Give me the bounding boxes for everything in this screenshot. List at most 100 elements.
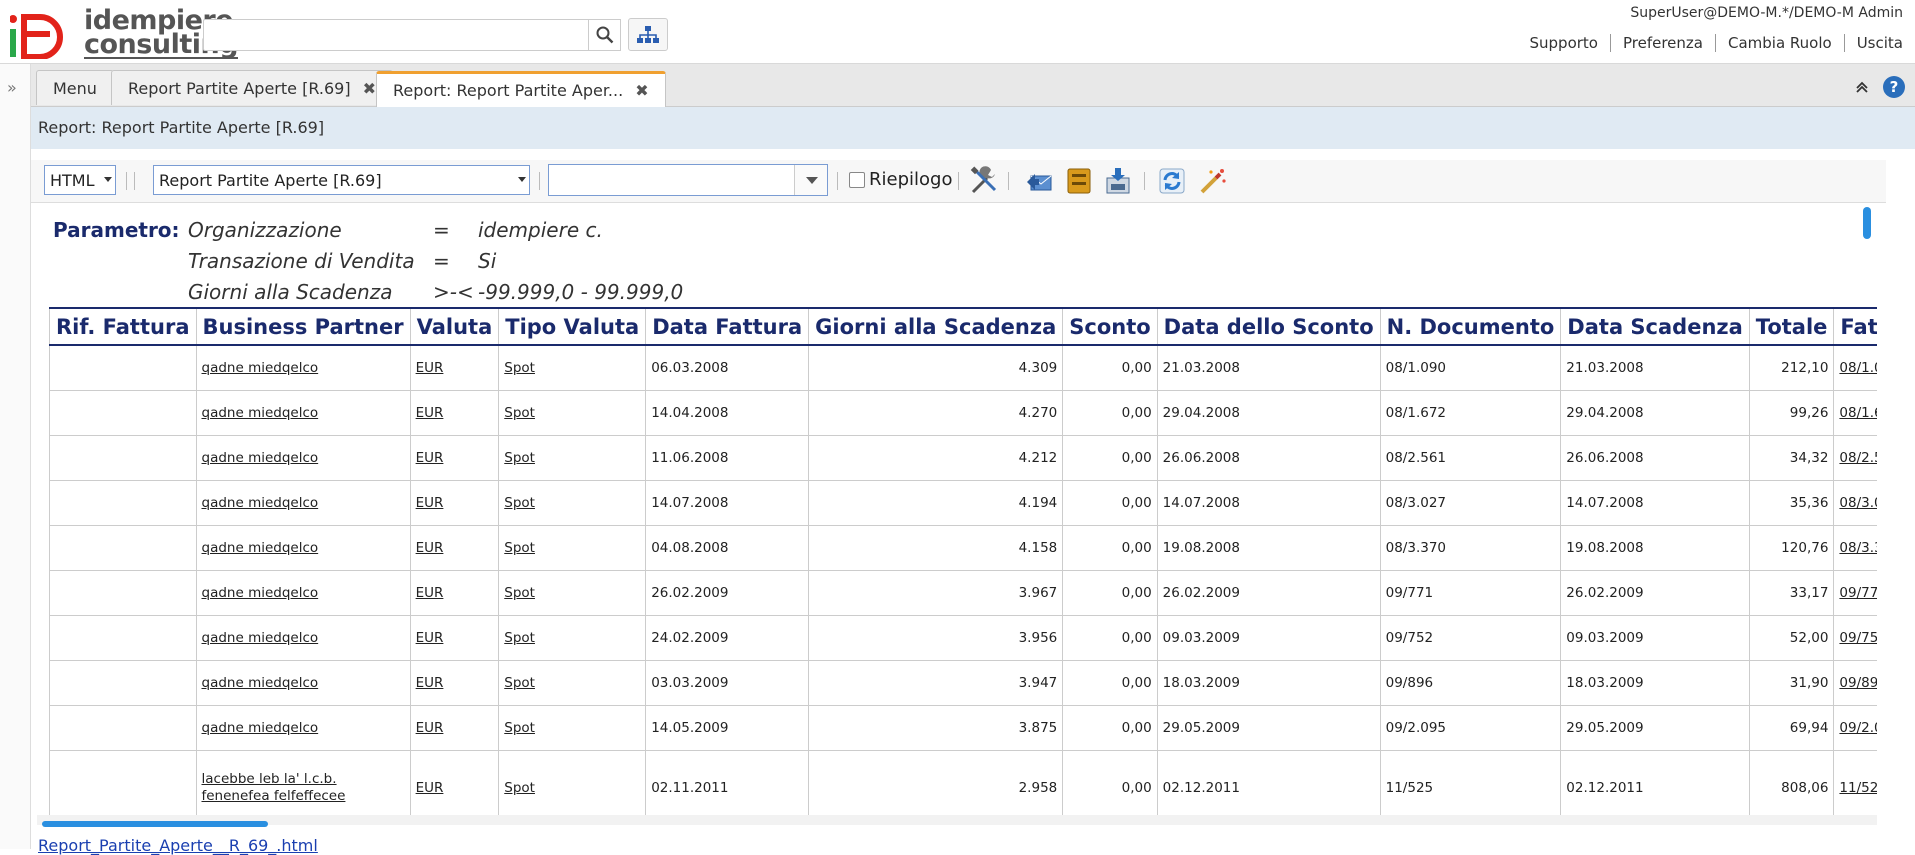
tipo-valuta-link[interactable]: Spot bbox=[504, 630, 535, 646]
column-header[interactable]: Fattura bbox=[1834, 308, 1877, 345]
valuta-link[interactable]: EUR bbox=[416, 405, 444, 421]
business-partner-link[interactable]: qadne miedqelco bbox=[202, 540, 319, 556]
business-partner-link[interactable]: qadne miedqelco bbox=[202, 585, 319, 601]
valuta-link[interactable]: EUR bbox=[416, 720, 444, 736]
fattura-link[interactable]: 08/1.672_1 bbox=[1839, 405, 1877, 421]
riepilogo-checkbox[interactable]: Riepilogo bbox=[849, 169, 952, 190]
report-file-link[interactable]: Report_Partite_Aperte__R_69_.html bbox=[38, 836, 318, 855]
checkbox-box[interactable] bbox=[849, 172, 865, 188]
tipo-valuta-link[interactable]: Spot bbox=[504, 585, 535, 601]
fattura-link[interactable]: 09/771_26 bbox=[1839, 585, 1877, 601]
valuta-link[interactable]: EUR bbox=[416, 780, 444, 796]
column-header[interactable]: Sconto bbox=[1063, 308, 1157, 345]
column-header[interactable]: Giorni alla Scadenza bbox=[809, 308, 1063, 345]
search-button[interactable] bbox=[588, 19, 621, 51]
collapse-up-icon[interactable] bbox=[1855, 81, 1869, 93]
close-tab-icon[interactable]: ✖ bbox=[635, 81, 648, 100]
tab-report-viewer[interactable]: Report: Report Partite Aper... ✖ bbox=[376, 71, 666, 107]
link-preferenza[interactable]: Preferenza bbox=[1610, 34, 1715, 52]
business-partner-link[interactable]: lacebbe leb la' l.c.b. fenenefea felfeff… bbox=[202, 771, 346, 804]
cell-giorni-scadenza: 3.967 bbox=[809, 571, 1063, 616]
refresh-icon[interactable] bbox=[1157, 166, 1187, 196]
tab-menu[interactable]: Menu bbox=[36, 70, 114, 105]
cell-data-scadenza: 14.07.2008 bbox=[1561, 481, 1750, 526]
tipo-valuta-link[interactable]: Spot bbox=[504, 360, 535, 376]
tipo-valuta-link[interactable]: Spot bbox=[504, 540, 535, 556]
fattura-link[interactable]: 09/752_24 bbox=[1839, 630, 1877, 646]
business-partner-link[interactable]: qadne miedqelco bbox=[202, 495, 319, 511]
cell-fattura: 08/2.561_1 bbox=[1834, 436, 1877, 481]
valuta-link[interactable]: EUR bbox=[416, 630, 444, 646]
column-header[interactable]: Totale bbox=[1749, 308, 1834, 345]
valuta-link[interactable]: EUR bbox=[416, 450, 444, 466]
cell-data-scadenza: 29.05.2009 bbox=[1561, 706, 1750, 751]
cell-valuta: EUR bbox=[410, 481, 499, 526]
link-uscita[interactable]: Uscita bbox=[1844, 34, 1915, 52]
fattura-link[interactable]: 08/3.370_0 bbox=[1839, 540, 1877, 556]
column-header[interactable]: Data Scadenza bbox=[1561, 308, 1750, 345]
business-partner-link[interactable]: qadne miedqelco bbox=[202, 360, 319, 376]
tipo-valuta-link[interactable]: Spot bbox=[504, 495, 535, 511]
wizard-wand-icon[interactable] bbox=[1198, 166, 1228, 196]
column-header[interactable]: Data Fattura bbox=[646, 308, 809, 345]
export-icon[interactable] bbox=[1103, 166, 1133, 196]
vertical-scrollbar[interactable] bbox=[1863, 207, 1871, 239]
column-header[interactable]: Rif. Fattura bbox=[50, 308, 197, 345]
column-header[interactable]: Business Partner bbox=[196, 308, 410, 345]
business-partner-link[interactable]: qadne miedqelco bbox=[202, 405, 319, 421]
cell-sconto: 0,00 bbox=[1063, 345, 1157, 391]
cell-rif-fattura bbox=[50, 616, 197, 661]
fattura-link[interactable]: 08/1.090_0 bbox=[1839, 360, 1877, 376]
close-tab-icon[interactable]: ✖ bbox=[363, 79, 376, 98]
west-panel-collapsed: » bbox=[0, 64, 31, 849]
column-header[interactable]: Valuta bbox=[410, 308, 499, 345]
column-header[interactable]: N. Documento bbox=[1380, 308, 1561, 345]
send-email-icon[interactable] bbox=[1025, 166, 1055, 196]
combobox-dropdown-button[interactable] bbox=[794, 165, 827, 195]
print-format-select[interactable]: Report Partite Aperte [R.69] bbox=[153, 165, 530, 195]
archive-icon[interactable] bbox=[1064, 166, 1094, 196]
cell-data-scadenza: 21.03.2008 bbox=[1561, 345, 1750, 391]
cell-rif-fattura bbox=[50, 706, 197, 751]
cell-numero-documento: 08/3.027 bbox=[1380, 481, 1561, 526]
report-view-combobox[interactable] bbox=[548, 164, 828, 196]
valuta-link[interactable]: EUR bbox=[416, 675, 444, 691]
business-partner-link[interactable]: qadne miedqelco bbox=[202, 630, 319, 646]
fattura-link[interactable]: 08/3.027_1 bbox=[1839, 495, 1877, 511]
expand-panel-icon[interactable]: » bbox=[7, 78, 17, 97]
cell-numero-documento: 09/771 bbox=[1380, 571, 1561, 616]
valuta-link[interactable]: EUR bbox=[416, 495, 444, 511]
valuta-link[interactable]: EUR bbox=[416, 585, 444, 601]
business-partner-link[interactable]: qadne miedqelco bbox=[202, 675, 319, 691]
table-body: qadne miedqelcoEURSpot06.03.20084.3090,0… bbox=[50, 345, 1878, 815]
fattura-link[interactable]: 08/2.561_1 bbox=[1839, 450, 1877, 466]
column-header[interactable]: Data dello Sconto bbox=[1157, 308, 1380, 345]
valuta-link[interactable]: EUR bbox=[416, 540, 444, 556]
fattura-link[interactable]: 11/525_02 bbox=[1839, 780, 1877, 796]
tipo-valuta-link[interactable]: Spot bbox=[504, 720, 535, 736]
help-icon[interactable]: ? bbox=[1883, 76, 1905, 98]
tipo-valuta-link[interactable]: Spot bbox=[504, 780, 535, 796]
customize-tools-icon[interactable] bbox=[969, 166, 999, 196]
tipo-valuta-link[interactable]: Spot bbox=[504, 405, 535, 421]
fattura-link[interactable]: 09/896_03 bbox=[1839, 675, 1877, 691]
cell-rif-fattura bbox=[50, 571, 197, 616]
cell-totale: 31,90 bbox=[1749, 661, 1834, 706]
fattura-link[interactable]: 09/2.095_1 bbox=[1839, 720, 1877, 736]
valuta-link[interactable]: EUR bbox=[416, 360, 444, 376]
tipo-valuta-link[interactable]: Spot bbox=[504, 675, 535, 691]
table-row: qadne miedqelcoEURSpot24.02.20093.9560,0… bbox=[50, 616, 1878, 661]
table-row: lacebbe leb la' l.c.b. fenenefea felfeff… bbox=[50, 751, 1878, 816]
menu-tree-button[interactable] bbox=[628, 18, 668, 51]
link-cambia-ruolo[interactable]: Cambia Ruolo bbox=[1715, 34, 1844, 52]
tipo-valuta-link[interactable]: Spot bbox=[504, 450, 535, 466]
column-header[interactable]: Tipo Valuta bbox=[499, 308, 646, 345]
format-select[interactable]: HTML bbox=[44, 165, 116, 195]
business-partner-link[interactable]: qadne miedqelco bbox=[202, 720, 319, 736]
tab-report-window[interactable]: Report Partite Aperte [R.69] ✖ bbox=[111, 70, 393, 105]
business-partner-link[interactable]: qadne miedqelco bbox=[202, 450, 319, 466]
horizontal-scrollbar[interactable] bbox=[42, 821, 268, 827]
link-supporto[interactable]: Supporto bbox=[1518, 34, 1610, 52]
idempiere-logo[interactable]: idempiere consulting bbox=[10, 9, 200, 61]
global-search-input[interactable] bbox=[203, 19, 621, 51]
